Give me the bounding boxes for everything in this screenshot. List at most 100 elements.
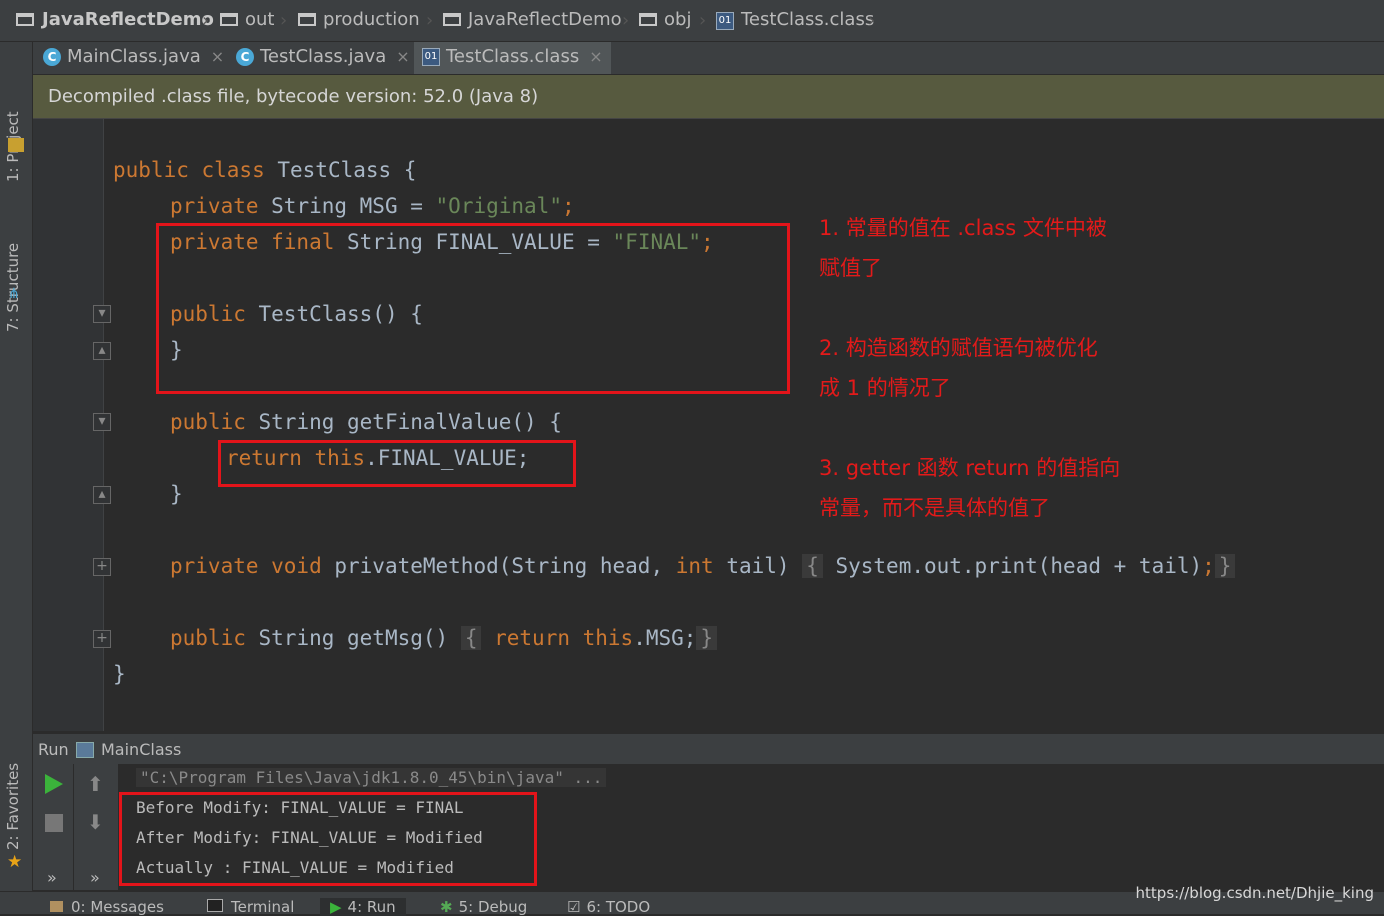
fold-end-icon[interactable]: ▴: [93, 486, 111, 504]
annotation-note: 赋值了: [819, 256, 882, 280]
close-icon[interactable]: ×: [589, 47, 602, 66]
star-icon: ★: [7, 852, 23, 872]
close-icon[interactable]: ×: [396, 47, 409, 66]
fold-expand-icon[interactable]: +: [93, 630, 111, 648]
editor-tabs: C MainClass.java × C TestClass.java × 01 Test…: [33, 42, 1384, 75]
favorites-tool-label: 2: Favorites: [4, 762, 22, 850]
decompiled-banner: Decompiled .class file, bytecode version…: [33, 75, 1384, 119]
breadcrumb-item-out[interactable]: out: [245, 9, 274, 30]
fold-expand-icon[interactable]: +: [93, 558, 111, 576]
fold-collapse-icon[interactable]: ▾: [93, 413, 111, 431]
more-icon[interactable]: »: [90, 868, 100, 887]
code-line: public String getFinalValue() {: [170, 410, 562, 434]
keyword: private: [170, 194, 272, 218]
breadcrumb-item-obj[interactable]: obj: [664, 9, 691, 30]
folded-brace[interactable]: }: [696, 626, 718, 650]
chevron-right-icon: ›: [622, 10, 630, 31]
keyword: public: [170, 410, 259, 434]
tab-testclass-class[interactable]: 01 TestClass.class ×: [414, 42, 611, 74]
code-text: System.out.print(head + tail): [822, 554, 1203, 578]
code-text: }: [170, 482, 183, 506]
console-line-command: "C:\Program Files\Java\jdk1.8.0_45\bin\j…: [136, 768, 607, 787]
chevron-right-icon: ›: [202, 10, 210, 31]
keyword: return this: [494, 626, 634, 650]
annotation-note: 3. getter 函数 return 的值指向: [819, 456, 1121, 480]
todo-icon: ☑: [567, 898, 581, 916]
terminal-tab[interactable]: Terminal: [207, 898, 294, 916]
annotation-note: 成 1 的情况了: [819, 376, 951, 400]
breadcrumb-item-production[interactable]: production: [323, 9, 420, 30]
terminal-tab-label: Terminal: [231, 898, 295, 916]
chevron-right-icon: ›: [280, 10, 288, 31]
close-icon[interactable]: ×: [211, 47, 224, 66]
class-file-icon: 01: [422, 48, 440, 66]
code-text: tail): [726, 554, 803, 578]
annotation-note: 1. 常量的值在 .class 文件中被: [819, 216, 1107, 240]
tab-mainclass-java[interactable]: C MainClass.java ×: [43, 42, 224, 74]
run-toolbar-primary: »: [33, 764, 73, 890]
class-file-icon: 01: [716, 12, 734, 30]
breadcrumb-item-file[interactable]: TestClass.class: [741, 9, 874, 30]
tab-label: MainClass.java: [67, 46, 201, 67]
code-line: private String MSG = "Original";: [170, 194, 575, 218]
tab-label: TestClass.class: [446, 46, 580, 67]
favorites-tool-tab[interactable]: 2: Favorites: [4, 763, 22, 850]
code-line: private void privateMethod(String head, …: [170, 554, 1236, 578]
terminal-icon: [207, 899, 223, 912]
fold-collapse-icon[interactable]: ▾: [93, 305, 111, 323]
code-text: TestClass {: [277, 158, 417, 182]
folded-brace[interactable]: }: [1214, 554, 1236, 578]
annotation-note: 2. 构造函数的赋值语句被优化: [819, 336, 1098, 360]
keyword: public: [170, 626, 259, 650]
keyword: int: [675, 554, 727, 578]
folder-icon: [220, 13, 238, 26]
messages-icon: [50, 901, 63, 912]
run-toolbar-secondary: ⬆ ⬇ »: [74, 764, 119, 890]
fold-end-icon[interactable]: ▴: [93, 342, 111, 360]
messages-tab[interactable]: 0: Messages: [50, 898, 164, 916]
annotation-box-return: [218, 440, 576, 487]
run-tab-label: 4: Run: [347, 898, 396, 916]
more-icon[interactable]: »: [47, 868, 57, 887]
tab-label: TestClass.java: [260, 46, 387, 67]
folder-icon: [639, 13, 657, 26]
run-panel-title: Run: [38, 740, 69, 759]
banner-text: Decompiled .class file, bytecode version…: [48, 86, 539, 107]
code-text: ;: [1202, 554, 1215, 578]
folded-brace[interactable]: {: [802, 554, 823, 578]
run-icon: ▶: [330, 898, 342, 916]
todo-tab[interactable]: ☑ 6: TODO: [567, 898, 650, 916]
folder-icon: [443, 13, 461, 26]
breadcrumb-item-project[interactable]: JavaReflectDemo: [42, 9, 214, 30]
breadcrumb: JavaReflectDemo › out › production › Jav…: [0, 0, 1384, 42]
arrow-down-icon[interactable]: ⬇: [87, 810, 104, 834]
messages-tab-label: 0: Messages: [71, 898, 164, 916]
arrow-up-icon[interactable]: ⬆: [87, 772, 104, 796]
run-tab[interactable]: ▶ 4: Run: [320, 898, 406, 916]
code-text: String getFinalValue() {: [258, 410, 562, 434]
project-folder-icon: [16, 13, 34, 26]
string-literal: "Original": [435, 194, 562, 218]
folded-brace[interactable]: {: [460, 626, 482, 650]
left-tool-strip: 1: Project 7: Structure ⋔ 2: Favorites ★: [0, 42, 33, 913]
structure-icon: ⋔: [8, 286, 20, 302]
code-text: }: [113, 662, 126, 686]
rerun-icon[interactable]: [45, 774, 63, 794]
stop-icon[interactable]: [45, 814, 63, 832]
annotation-box-constant: [156, 223, 790, 394]
bug-icon: ✱: [440, 898, 453, 916]
debug-tab[interactable]: ✱ 5: Debug: [440, 898, 527, 916]
run-config-label[interactable]: MainClass: [101, 740, 181, 759]
keyword: public class: [113, 158, 278, 182]
annotation-box-console: [119, 792, 537, 886]
tab-testclass-java[interactable]: C TestClass.java ×: [236, 42, 410, 74]
keyword: private void: [170, 554, 335, 578]
chevron-right-icon: ›: [868, 10, 876, 31]
annotation-note: 常量，而不是具体的值了: [819, 496, 1050, 520]
chevron-right-icon: ›: [426, 10, 434, 31]
java-class-icon: C: [43, 48, 61, 66]
code-text: privateMethod(String head,: [334, 554, 676, 578]
watermark: https://blog.csdn.net/Dhjie_king: [1135, 884, 1374, 902]
breadcrumb-item-module[interactable]: JavaReflectDemo: [468, 9, 622, 30]
